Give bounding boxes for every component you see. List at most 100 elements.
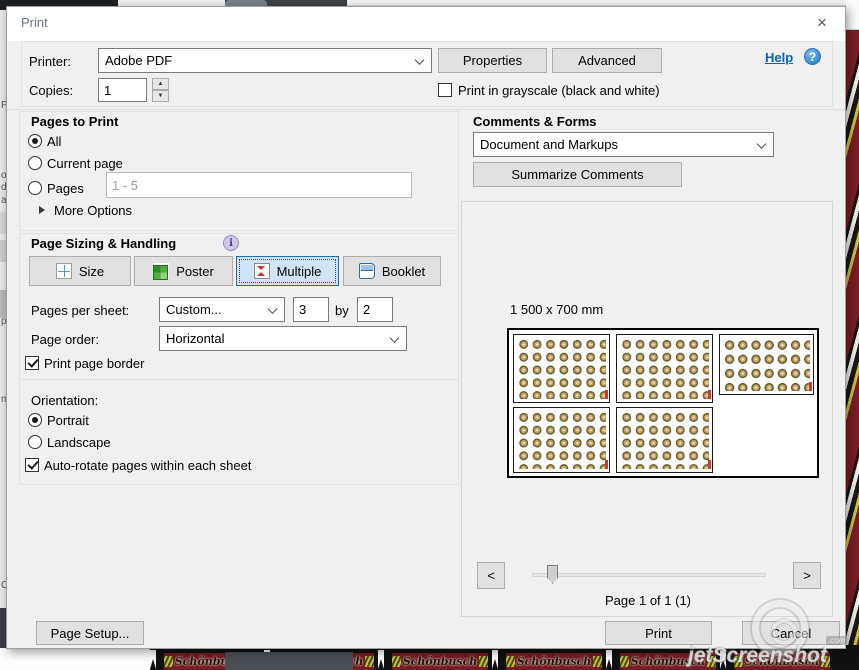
label-separator	[378, 650, 384, 670]
current-page-radio[interactable]	[28, 156, 42, 170]
booklet-button[interactable]: Booklet	[343, 256, 441, 286]
preview-page	[719, 334, 814, 395]
label-text: Schönbusch	[516, 655, 592, 668]
watermark-com: .com	[826, 636, 848, 645]
close-icon[interactable]: ×	[811, 12, 833, 34]
chevron-down-icon	[414, 54, 425, 65]
copies-spin-down[interactable]: ▼	[152, 90, 169, 102]
red-mark	[708, 460, 711, 469]
printer-value: Adobe PDF	[105, 53, 173, 68]
grayscale-label: Print in grayscale (black and white)	[458, 83, 660, 98]
page-setup-button[interactable]: Page Setup...	[36, 621, 144, 645]
beer-label: Schönbusch	[392, 653, 488, 670]
print-dialog: Print × Printer: Adobe PDF Properties Ad…	[6, 6, 846, 649]
orientation-header: Orientation:	[31, 393, 99, 408]
portrait-radio[interactable]	[28, 413, 42, 427]
chevron-down-icon	[756, 138, 767, 149]
page-slider-track[interactable]	[532, 573, 766, 577]
sheet-size-label: 1 500 x 700 mm	[510, 302, 604, 317]
label-deco	[365, 656, 374, 667]
page-order-select[interactable]: Horizontal	[159, 326, 407, 351]
sizing-header: Page Sizing & Handling	[31, 236, 177, 251]
screen: P ob d a pe me C Schönbusch Schönbusch S…	[0, 0, 859, 670]
red-mark	[605, 460, 608, 469]
next-page-button[interactable]: >	[793, 562, 821, 589]
background-taskbar-fragment	[225, 652, 353, 670]
poster-button[interactable]: Poster	[134, 256, 233, 286]
pages-radio[interactable]	[28, 181, 42, 195]
page-counter: Page 1 of 1 (1)	[605, 593, 691, 608]
poster-icon	[153, 263, 170, 280]
copies-input[interactable]: 1	[98, 78, 147, 102]
booklet-icon	[358, 263, 375, 279]
page-slider-thumb[interactable]	[547, 565, 558, 584]
label-deco	[392, 656, 401, 667]
divider	[19, 379, 459, 380]
all-radio[interactable]	[28, 134, 42, 148]
print-border-label: Print page border	[44, 356, 145, 371]
pages-per-sheet-select[interactable]: Custom...	[159, 297, 285, 322]
copies-spin-up[interactable]: ▲	[152, 78, 169, 90]
label-deco	[479, 656, 488, 667]
comments-header: Comments & Forms	[473, 114, 597, 129]
help-icon[interactable]: ?	[804, 48, 821, 65]
prev-page-button[interactable]: <	[477, 562, 505, 589]
red-mark	[809, 382, 812, 391]
print-border-checkbox[interactable]	[25, 356, 39, 370]
help-link[interactable]: Help	[765, 50, 793, 65]
page-thumbnails	[517, 411, 606, 469]
page-thumbnails	[517, 338, 606, 399]
size-icon	[55, 263, 72, 279]
dialog-titlebar: Print ×	[7, 7, 845, 41]
page-order-label: Page order:	[31, 332, 99, 347]
label-deco	[593, 656, 602, 667]
divider	[7, 109, 845, 110]
more-options-toggle[interactable]: More Options	[54, 203, 132, 218]
multiple-button[interactable]: Multiple	[236, 256, 339, 286]
preview-page	[616, 334, 713, 403]
size-button[interactable]: Size	[29, 256, 131, 286]
background-bottom-left	[0, 648, 150, 670]
background-document-right-edge	[846, 0, 859, 670]
expand-arrow-icon	[39, 206, 45, 214]
label-separator	[150, 650, 156, 670]
label-separator	[606, 650, 612, 670]
landscape-radio[interactable]	[28, 435, 42, 449]
multiple-icon	[253, 263, 270, 279]
page-range-input[interactable]: 1 - 5	[106, 172, 412, 198]
properties-button[interactable]: Properties	[438, 48, 547, 73]
page-thumbnails	[620, 338, 709, 399]
printer-label: Printer:	[29, 54, 71, 69]
comments-select[interactable]: Document and Markups	[473, 132, 774, 157]
page-thumbnails	[723, 338, 810, 391]
advanced-button[interactable]: Advanced	[552, 48, 662, 73]
preview-page	[513, 407, 610, 473]
preview-page	[513, 334, 610, 403]
grid-x-input[interactable]: 3	[293, 297, 329, 322]
auto-rotate-label: Auto-rotate pages within each sheet	[44, 458, 252, 473]
red-mark	[708, 390, 711, 399]
chevron-down-icon	[389, 332, 400, 343]
landscape-label: Landscape	[47, 435, 111, 450]
preview-sheet	[507, 328, 819, 478]
by-label: by	[335, 303, 349, 318]
label-deco	[164, 656, 173, 667]
print-button[interactable]: Print	[605, 621, 712, 645]
preview-page	[616, 407, 713, 473]
chevron-down-icon	[267, 303, 278, 314]
summarize-comments-button[interactable]: Summarize Comments	[473, 162, 682, 187]
red-mark	[605, 390, 608, 399]
preview-panel: 1 500 x 700 mm < > Page 1 of 1 (1)	[461, 201, 833, 617]
grid-y-input[interactable]: 2	[357, 297, 393, 322]
printer-select[interactable]: Adobe PDF	[98, 48, 432, 73]
current-page-label: Current page	[47, 156, 123, 171]
page-thumbnails	[620, 411, 709, 469]
auto-rotate-checkbox[interactable]	[25, 458, 39, 472]
dialog-title: Print	[21, 15, 48, 30]
pages-label: Pages	[47, 181, 84, 196]
grayscale-checkbox[interactable]	[438, 83, 452, 97]
info-icon[interactable]: i	[223, 235, 239, 251]
copies-label: Copies:	[29, 83, 74, 98]
pages-per-sheet-label: Pages per sheet:	[31, 303, 130, 318]
label-deco	[620, 656, 629, 667]
